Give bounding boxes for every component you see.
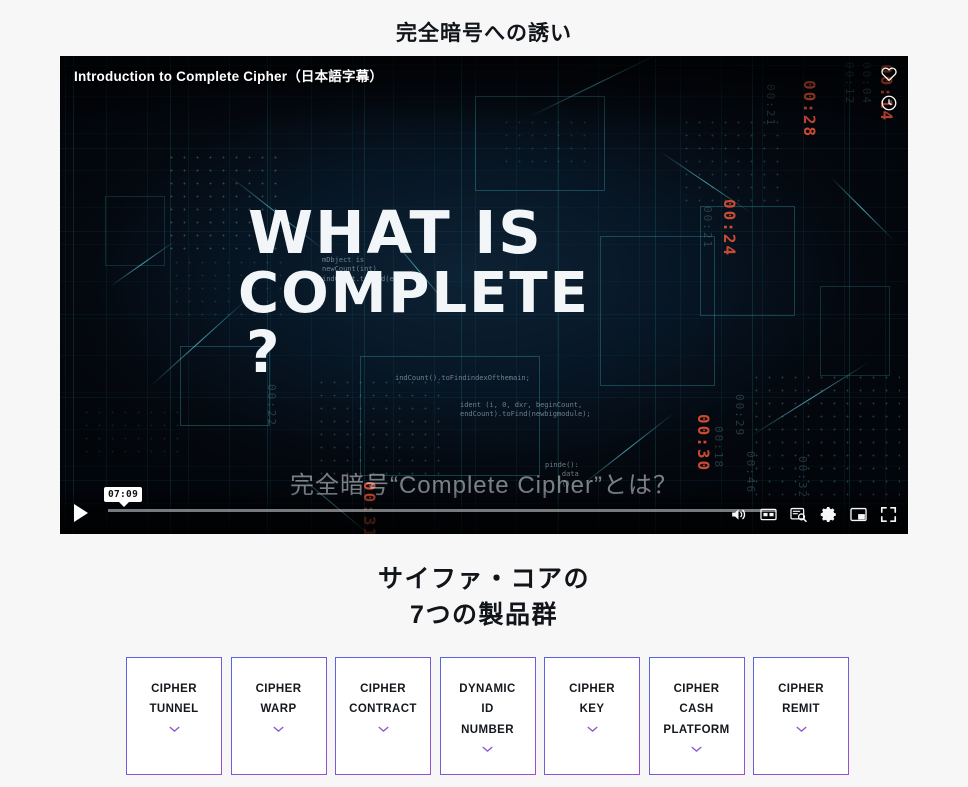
video-title: Introduction to Complete Cipher（日本語字幕） — [74, 69, 384, 84]
clock-icon[interactable] — [880, 94, 898, 112]
fullscreen-icon[interactable] — [879, 505, 898, 524]
product-card-list: CIPHER TUNNEL CIPHER WARP CIPHER CONTRACT D… — [126, 657, 849, 775]
chevron-down-icon[interactable] — [165, 723, 184, 736]
glitch-line-3: ? — [246, 317, 282, 386]
product-card[interactable]: CIPHER WARP — [230, 657, 327, 775]
overlay-timecode: 00:24 — [720, 199, 739, 258]
gear-icon[interactable] — [819, 505, 838, 524]
video-control-icons[interactable] — [729, 505, 898, 524]
product-card-label: CIPHER CASH PLATFORM — [663, 683, 730, 736]
glitch-line-1: WHAT IS — [248, 198, 543, 267]
video-player[interactable]: 00:12 00:04 00:14 00:21 00:28 00:24 00:2… — [60, 56, 908, 534]
circuit-box — [820, 286, 890, 376]
dot-grid — [80, 406, 190, 461]
overlay-timecode: 00:18 — [712, 426, 725, 470]
video-glitch-title: WHAT IS COMPLETE ? — [238, 198, 658, 441]
dot-grid — [750, 371, 900, 501]
product-card[interactable]: CIPHER CONTRACT — [335, 657, 431, 775]
overlay-timecode: 00:04 — [860, 62, 873, 106]
circuit-box — [700, 206, 795, 316]
overlay-timecode: 00:30 — [694, 414, 713, 473]
video-controls-bar[interactable]: 07:09 — [60, 487, 908, 534]
play-button[interactable] — [74, 504, 88, 522]
chevron-down-icon[interactable] — [478, 743, 497, 756]
circuit-box — [105, 196, 165, 266]
subtitles-cc-icon[interactable] — [759, 505, 778, 524]
chevron-down-icon[interactable] — [687, 743, 706, 756]
product-card-label: CIPHER TUNNEL — [149, 683, 199, 716]
product-card[interactable]: CIPHER TUNNEL — [126, 657, 222, 775]
overlay-timecode: 00:21 — [701, 206, 714, 250]
dot-grid — [680, 116, 785, 206]
heart-icon[interactable] — [880, 65, 898, 83]
seek-time-tooltip: 07:09 — [104, 487, 143, 507]
miniplayer-icon[interactable] — [849, 505, 868, 524]
chevron-down-icon[interactable] — [583, 723, 602, 736]
product-card-label: DYNAMIC ID NUMBER — [459, 683, 516, 736]
chevron-down-icon[interactable] — [269, 723, 288, 736]
heading-line-2: 7つの製品群 — [410, 600, 558, 629]
video-canvas: 00:12 00:04 00:14 00:21 00:28 00:24 00:2… — [60, 56, 908, 534]
product-card-label: CIPHER KEY — [569, 683, 615, 716]
volume-icon[interactable] — [729, 505, 748, 524]
product-card-label: CIPHER REMIT — [778, 683, 824, 716]
chevron-down-icon[interactable] — [374, 723, 393, 736]
video-quality-icon[interactable] — [789, 505, 808, 524]
product-card-label: CIPHER WARP — [255, 683, 302, 716]
video-top-actions[interactable] — [880, 65, 898, 112]
overlay-timecode: 00:28 — [800, 80, 819, 139]
overlay-timecode: 00:46 — [744, 451, 757, 495]
code-snippet: pinde(): data () — [545, 461, 579, 488]
product-card[interactable]: DYNAMIC ID NUMBER — [439, 657, 536, 775]
product-card[interactable]: CIPHER KEY — [544, 657, 640, 775]
overlay-timecode: 00:12 — [843, 62, 856, 106]
products-section-heading: サイファ・コアの 7つの製品群 — [0, 562, 968, 633]
page-title: 完全暗号への誘い — [396, 22, 572, 45]
product-card[interactable]: CIPHER CASH PLATFORM — [648, 657, 745, 775]
overlay-timecode: 00:29 — [733, 394, 746, 438]
product-card[interactable]: CIPHER REMIT — [753, 657, 849, 775]
heading-line-1: サイファ・コアの — [377, 565, 590, 593]
glitch-line-2: COMPLETE — [238, 261, 590, 327]
seek-bar[interactable] — [108, 509, 776, 512]
product-card-label: CIPHER CONTRACT — [349, 683, 417, 716]
overlay-timecode: 00:21 — [764, 84, 777, 128]
chevron-down-icon[interactable] — [792, 723, 811, 736]
